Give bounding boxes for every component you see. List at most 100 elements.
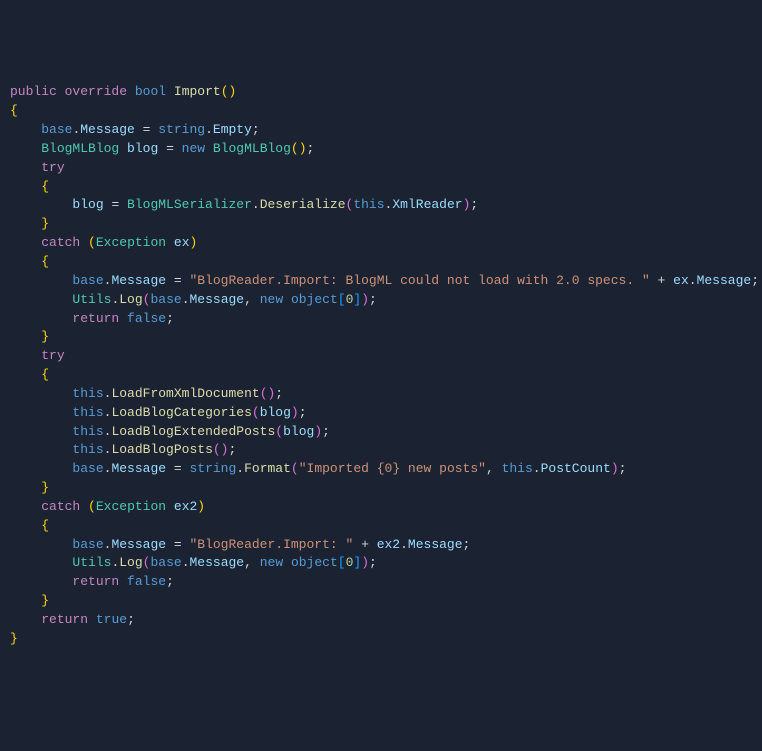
code-line: base.Message = string.Empty; — [10, 121, 752, 140]
code-line: } — [10, 328, 752, 347]
brace: } — [41, 329, 49, 344]
code-line: BlogMLBlog blog = new BlogMLBlog(); — [10, 140, 752, 159]
brace: { — [41, 179, 49, 194]
code-line: return false; — [10, 310, 752, 329]
code-line: blog = BlogMLSerializer.Deserialize(this… — [10, 196, 752, 215]
type: Utils — [72, 555, 111, 570]
method: Deserialize — [260, 197, 346, 212]
keyword: return — [72, 311, 119, 326]
property: Message — [190, 555, 245, 570]
brace: } — [41, 480, 49, 495]
code-line: base.Message = "BlogReader.Import: BlogM… — [10, 272, 752, 291]
code-line: } — [10, 592, 752, 611]
code-line: } — [10, 479, 752, 498]
code-line: try — [10, 159, 752, 178]
variable: blog — [260, 405, 291, 420]
keyword: this — [72, 386, 103, 401]
keyword: new — [182, 141, 205, 156]
keyword: catch — [41, 499, 80, 514]
string-literal: "BlogReader.Import: " — [189, 537, 353, 552]
property: Message — [190, 292, 245, 307]
keyword: base — [150, 555, 181, 570]
property: XmlReader — [392, 197, 462, 212]
property: PostCount — [541, 461, 611, 476]
keyword: false — [127, 311, 166, 326]
keyword: base — [41, 122, 72, 137]
code-line: Utils.Log(base.Message, new object[0]); — [10, 554, 752, 573]
variable: blog — [72, 197, 103, 212]
method: Format — [244, 461, 291, 476]
keyword: object — [291, 292, 338, 307]
brace: } — [41, 593, 49, 608]
code-line: return true; — [10, 611, 752, 630]
type: BlogMLBlog — [213, 141, 291, 156]
keyword: object — [291, 555, 338, 570]
code-line: catch (Exception ex) — [10, 234, 752, 253]
property: Empty — [213, 122, 252, 137]
property: Message — [408, 537, 463, 552]
code-line: } — [10, 215, 752, 234]
code-editor[interactable]: public override bool Import(){ base.Mess… — [10, 83, 752, 648]
method: LoadFromXmlDocument — [111, 386, 259, 401]
code-line: base.Message = "BlogReader.Import: " + e… — [10, 536, 752, 555]
code-line: { — [10, 178, 752, 197]
string-literal: "BlogReader.Import: BlogML could not loa… — [189, 273, 649, 288]
code-line: } — [10, 630, 752, 649]
keyword: this — [72, 405, 103, 420]
variable: ex2 — [377, 537, 400, 552]
keyword: this — [353, 197, 384, 212]
property: Message — [111, 461, 166, 476]
keyword: this — [502, 461, 533, 476]
string-literal: "Imported {0} new posts" — [299, 461, 486, 476]
type: Exception — [96, 499, 166, 514]
keyword: string — [189, 461, 236, 476]
code-line: this.LoadBlogExtendedPosts(blog); — [10, 423, 752, 442]
keyword: public — [10, 84, 57, 99]
brace: { — [41, 518, 49, 533]
code-line: Utils.Log(base.Message, new object[0]); — [10, 291, 752, 310]
code-line: base.Message = string.Format("Imported {… — [10, 460, 752, 479]
method: LoadBlogExtendedPosts — [111, 424, 275, 439]
type: BlogMLSerializer — [127, 197, 252, 212]
keyword: base — [72, 273, 103, 288]
code-line: try — [10, 347, 752, 366]
method: LoadBlogCategories — [111, 405, 251, 420]
code-line: this.LoadBlogCategories(blog); — [10, 404, 752, 423]
code-line: { — [10, 517, 752, 536]
property: Message — [80, 122, 135, 137]
brace: } — [41, 216, 49, 231]
code-line: { — [10, 366, 752, 385]
keyword: new — [260, 292, 283, 307]
method-name: Import — [174, 84, 221, 99]
keyword: base — [72, 461, 103, 476]
method: Log — [119, 292, 142, 307]
keyword: base — [150, 292, 181, 307]
type: Utils — [72, 292, 111, 307]
variable: blog — [283, 424, 314, 439]
keyword: new — [260, 555, 283, 570]
brace: { — [41, 367, 49, 382]
method: Log — [119, 555, 142, 570]
code-line: this.LoadFromXmlDocument(); — [10, 385, 752, 404]
keyword: catch — [41, 235, 80, 250]
code-line: catch (Exception ex2) — [10, 498, 752, 517]
keyword: base — [72, 537, 103, 552]
keyword: override — [65, 84, 127, 99]
keyword: return — [41, 612, 88, 627]
brace: } — [10, 631, 18, 646]
variable: blog — [127, 141, 158, 156]
code-line: this.LoadBlogPosts(); — [10, 441, 752, 460]
keyword: true — [96, 612, 127, 627]
keyword: try — [41, 348, 64, 363]
type: Exception — [96, 235, 166, 250]
property: Message — [697, 273, 752, 288]
variable: ex2 — [174, 499, 197, 514]
property: Message — [111, 273, 166, 288]
code-line: { — [10, 102, 752, 121]
code-line: return false; — [10, 573, 752, 592]
property: Message — [111, 537, 166, 552]
type-keyword: bool — [135, 84, 166, 99]
code-line: public override bool Import() — [10, 83, 752, 102]
keyword: string — [158, 122, 205, 137]
variable: ex — [673, 273, 689, 288]
